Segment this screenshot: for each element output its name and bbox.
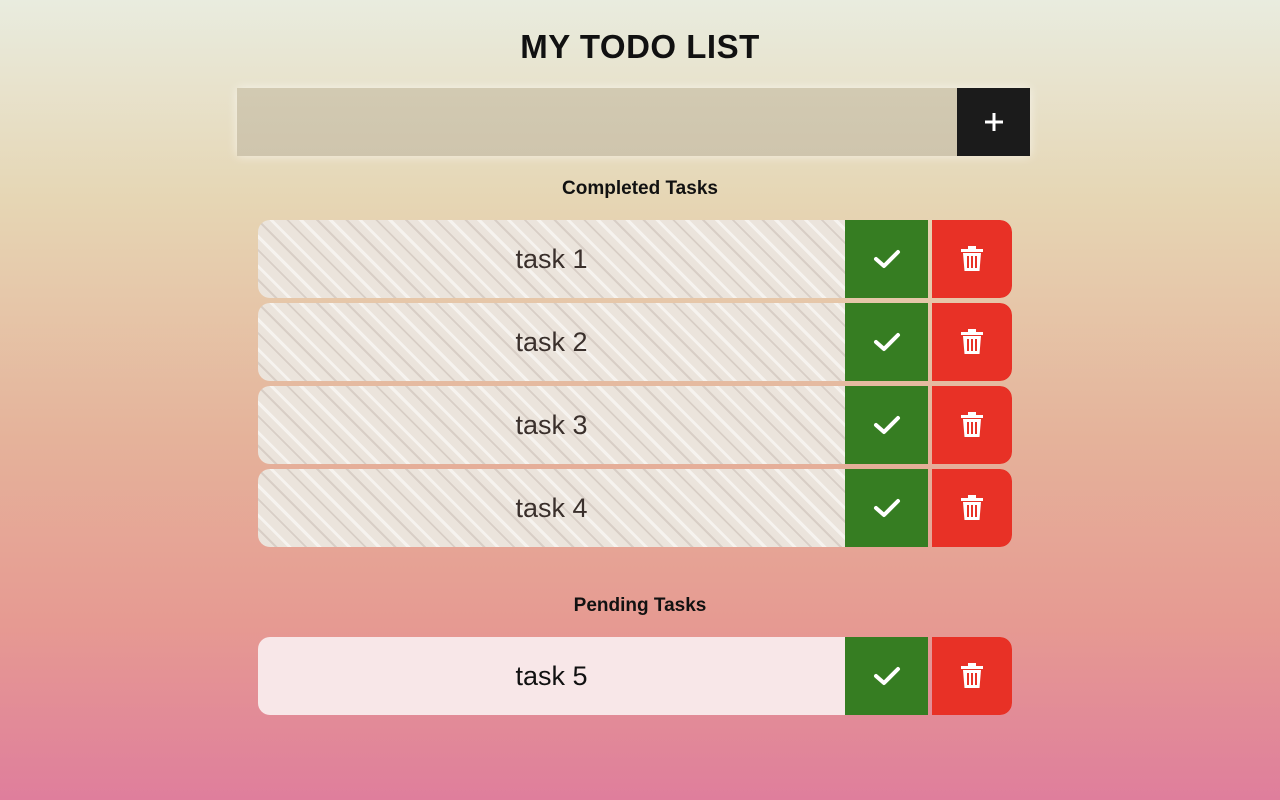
new-task-input[interactable] (237, 88, 957, 156)
task-item: task 5 (258, 637, 1012, 715)
delete-task-button[interactable] (932, 303, 1012, 381)
completed-tasks-heading: Completed Tasks (562, 178, 718, 199)
task-item: task 1 (258, 220, 1012, 298)
check-icon (873, 498, 901, 518)
task-item: task 3 (258, 386, 1012, 464)
trash-icon (960, 329, 984, 355)
delete-task-button[interactable] (932, 469, 1012, 547)
delete-task-button[interactable] (932, 220, 1012, 298)
completed-task-list: task 1 task 2 task 3 task 4 (258, 220, 1012, 552)
task-label: task 2 (258, 303, 845, 381)
trash-icon (960, 246, 984, 272)
complete-task-button[interactable] (845, 386, 928, 464)
new-task-form (237, 88, 1030, 156)
plus-icon (983, 111, 1005, 133)
delete-task-button[interactable] (932, 637, 1012, 715)
add-task-button[interactable] (957, 88, 1030, 156)
complete-task-button[interactable] (845, 637, 928, 715)
check-icon (873, 332, 901, 352)
task-label: task 1 (258, 220, 845, 298)
check-icon (873, 249, 901, 269)
task-item: task 4 (258, 469, 1012, 547)
trash-icon (960, 412, 984, 438)
task-item: task 2 (258, 303, 1012, 381)
page-title: MY TODO LIST (520, 28, 760, 65)
trash-icon (960, 495, 984, 521)
task-label: task 3 (258, 386, 845, 464)
complete-task-button[interactable] (845, 220, 928, 298)
pending-task-list: task 5 (258, 637, 1012, 720)
task-label: task 5 (258, 637, 845, 715)
pending-tasks-heading: Pending Tasks (573, 595, 707, 616)
check-icon (873, 666, 901, 686)
complete-task-button[interactable] (845, 303, 928, 381)
task-label: task 4 (258, 469, 845, 547)
todo-app: MY TODO LIST Completed Tasks task 1 task… (0, 0, 1280, 800)
trash-icon (960, 663, 984, 689)
complete-task-button[interactable] (845, 469, 928, 547)
check-icon (873, 415, 901, 435)
delete-task-button[interactable] (932, 386, 1012, 464)
